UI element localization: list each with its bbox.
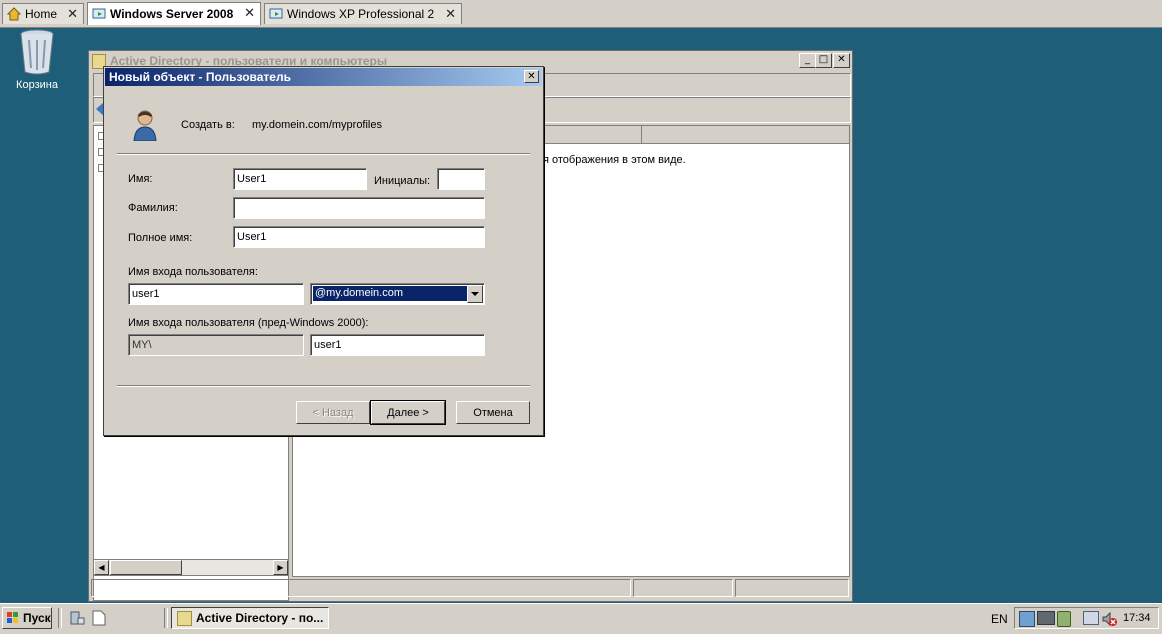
status-panel <box>91 579 631 597</box>
folder-icon <box>177 611 192 626</box>
start-label: Пуск <box>23 611 51 625</box>
next-button[interactable]: Далее > <box>370 400 446 425</box>
initials-label: Инициалы: <box>374 175 431 187</box>
cancel-button[interactable]: Отмена <box>456 401 530 424</box>
server-manager-icon[interactable] <box>69 610 85 626</box>
tab-windows-xp-label: Windows XP Professional 2 <box>287 7 435 21</box>
taskbar-item-label: Active Directory - по... <box>196 611 324 625</box>
document-icon[interactable] <box>92 610 106 626</box>
full-name-input[interactable] <box>233 226 485 248</box>
home-icon <box>7 7 21 21</box>
taskbar-divider <box>58 608 62 628</box>
vm-icon <box>269 8 283 19</box>
taskbar-divider <box>164 608 168 628</box>
new-user-dialog: Новый объект - Пользователь ✕ Создать в:… <box>103 66 544 436</box>
last-name-label: Фамилия: <box>128 202 178 214</box>
empty-view-message: я отображения в этом виде. <box>543 154 686 166</box>
logon-name-input[interactable] <box>128 283 304 305</box>
network-icon[interactable] <box>1019 611 1035 627</box>
create-in-path: my.domein.com/myprofiles <box>252 119 382 131</box>
pre2000-logon-label: Имя входа пользователя (пред-Windows 200… <box>128 317 369 329</box>
scroll-right-button[interactable]: ▶ <box>273 560 288 575</box>
separator <box>117 153 530 155</box>
vmware-tools-icon[interactable] <box>1037 611 1055 625</box>
status-bar <box>91 579 851 599</box>
column-divider[interactable] <box>641 126 642 143</box>
tab-windows-server-2008[interactable]: Windows Server 2008 ✕ <box>87 2 261 25</box>
system-tray: 17:34 <box>1014 607 1159 629</box>
tab-home[interactable]: Home ✕ <box>2 3 84 24</box>
tab-home-label: Home <box>25 7 58 21</box>
close-button[interactable]: ✕ <box>833 53 850 68</box>
pre2000-domain-field <box>128 334 304 356</box>
close-icon[interactable]: ✕ <box>445 7 456 22</box>
tab-windows-xp[interactable]: Windows XP Professional 2 ✕ <box>264 3 462 24</box>
status-panel <box>633 579 733 597</box>
network-connection-icon[interactable] <box>1083 611 1099 625</box>
full-name-label: Полное имя: <box>128 232 193 244</box>
close-icon[interactable]: ✕ <box>244 6 255 21</box>
recycle-bin-label: Корзина <box>16 79 58 91</box>
upn-suffix-dropdown[interactable]: @my.domein.com <box>310 283 485 305</box>
recycle-bin-desktop-icon[interactable]: Корзина <box>12 28 62 91</box>
language-indicator[interactable]: EN <box>991 612 1008 626</box>
status-panel <box>735 579 849 597</box>
first-name-label: Имя: <box>128 173 153 185</box>
horizontal-scrollbar[interactable]: ◀ ▶ <box>93 559 289 576</box>
last-name-input[interactable] <box>233 197 485 219</box>
create-in-label: Создать в: <box>181 119 235 131</box>
taskbar: Пуск Active Directory - по... EN 17:34 <box>0 603 1162 634</box>
security-icon[interactable] <box>1057 611 1071 627</box>
start-button[interactable]: Пуск <box>2 607 52 629</box>
dropdown-button[interactable] <box>467 285 483 303</box>
logon-name-label: Имя входа пользователя: <box>128 266 258 278</box>
dialog-close-button[interactable]: ✕ <box>524 70 539 83</box>
initials-input[interactable] <box>437 168 485 190</box>
separator <box>117 385 530 387</box>
scroll-left-button[interactable]: ◀ <box>94 560 109 575</box>
first-name-input[interactable] <box>233 168 367 190</box>
close-icon[interactable]: ✕ <box>67 7 78 22</box>
vmware-tab-bar: Home ✕ Windows Server 2008 ✕ Windows XP … <box>0 0 1162 28</box>
vm-icon <box>92 8 106 19</box>
recycle-bin-icon <box>20 29 54 75</box>
upn-suffix-value: @my.domein.com <box>313 286 467 301</box>
volume-muted-icon[interactable] <box>1101 611 1117 627</box>
back-button[interactable]: < Назад <box>296 401 370 424</box>
tab-windows-server-2008-label: Windows Server 2008 <box>110 7 234 21</box>
dialog-title: Новый объект - Пользователь <box>105 68 542 86</box>
windows-logo-icon <box>7 612 18 623</box>
chevron-down-icon <box>471 292 479 296</box>
user-icon <box>133 110 157 141</box>
clock[interactable]: 17:34 <box>1123 612 1151 624</box>
taskbar-item-active-directory[interactable]: Active Directory - по... <box>171 607 329 629</box>
pre2000-logon-input[interactable] <box>310 334 485 356</box>
minimize-button[interactable]: _ <box>799 53 816 68</box>
scroll-thumb[interactable] <box>110 560 182 575</box>
maximize-button[interactable]: □ <box>815 53 832 68</box>
